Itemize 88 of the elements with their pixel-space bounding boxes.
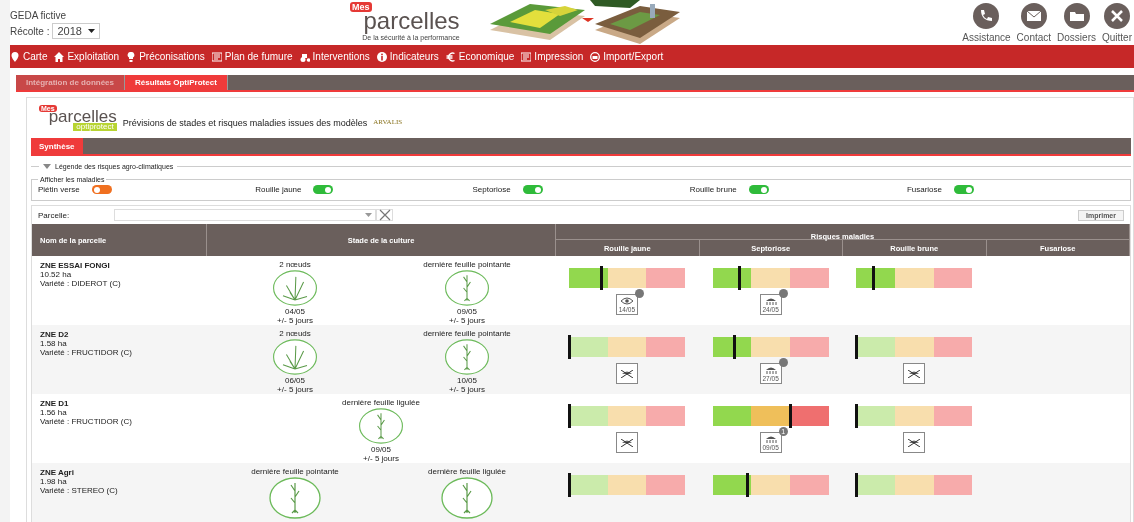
- parcel-name: ZNE D1: [40, 399, 70, 408]
- eye-icon: [619, 296, 634, 305]
- tab[interactable]: Synthèse: [31, 138, 83, 154]
- parcel-variety: Variété : FRUCTIDOR (C): [40, 417, 133, 426]
- parcel-area: 1.56 ha: [40, 408, 199, 417]
- parcel-variety: Variété : DIDEROT (C): [40, 279, 122, 288]
- parcel-name: ZNE D2: [40, 330, 70, 339]
- nav-menu-item[interactable]: Indicateurs: [376, 51, 439, 62]
- crossed-sprayer-icon: [619, 438, 634, 447]
- crossed-sprayer-icon: [907, 369, 922, 378]
- doc-icon: [211, 51, 222, 62]
- harvest-label: Récolte :: [10, 25, 50, 37]
- nav-menu-item[interactable]: Carte: [10, 51, 48, 62]
- header-action-button[interactable]: Dossiers: [1057, 2, 1096, 43]
- no-treatment-card[interactable]: [615, 432, 638, 453]
- stage-label: dernière feuille pointante: [423, 260, 511, 269]
- clear-button[interactable]: [376, 209, 393, 221]
- parcel-combo-field[interactable]: [114, 209, 376, 221]
- stage-margin: +/- 5 jours: [277, 385, 313, 394]
- stage-label: dernière feuille pointante: [251, 467, 339, 476]
- sprayer-icon: [763, 296, 778, 305]
- stage-date: 06/05: [285, 376, 305, 385]
- toggle-label: Septoriose: [472, 185, 511, 194]
- nav-menu-item[interactable]: Impression: [521, 51, 584, 62]
- toggle-label: Fusariose: [906, 185, 942, 194]
- nav-menu-item[interactable]: Interventions: [299, 51, 370, 62]
- nav-menu-item[interactable]: Exploitation: [54, 51, 120, 62]
- toggle-switch[interactable]: [954, 185, 974, 194]
- stage-margin: +/- 5 jours: [449, 385, 485, 394]
- sprayer-icon: [763, 365, 778, 374]
- euro-icon: [445, 51, 456, 62]
- stage-date: 04/05: [285, 307, 305, 316]
- stage-margin: +/- 5 jours: [277, 316, 313, 325]
- stage-label: 2 nœuds: [279, 260, 311, 269]
- stage-label: dernière feuille ligulée: [342, 398, 420, 407]
- caret-icon: [87, 29, 95, 33]
- pin-icon: [10, 51, 20, 62]
- parcel-area: 1.98 ha: [40, 477, 199, 486]
- close-icon: [378, 209, 391, 221]
- header-action-button[interactable]: Contact: [1016, 2, 1052, 43]
- stage-date: 10/05: [457, 376, 477, 385]
- logo-badge: Mes: [350, 2, 372, 12]
- toggle-switch[interactable]: [522, 185, 543, 194]
- organisation-name: GEDA fictive: [10, 10, 68, 21]
- header-action-button[interactable]: Quitter: [1102, 2, 1132, 43]
- stage-label: 2 nœuds: [279, 329, 311, 338]
- wheat-stem-icon: [441, 477, 493, 519]
- stage-label: dernière feuille ligulée: [428, 467, 506, 476]
- stage-date: 09/05: [457, 307, 477, 316]
- no-treatment-card[interactable]: [903, 432, 926, 453]
- wheat-stem-icon: [269, 477, 321, 519]
- parcel-name: ZNE Agri: [40, 468, 75, 477]
- stage-margin: +/- 5 jours: [363, 454, 399, 463]
- crossed-sprayer-icon: [907, 438, 922, 447]
- stage-margin: +/- 5 jours: [449, 316, 485, 325]
- logo-subtitle: optiprotect: [73, 123, 117, 131]
- no-treatment-card[interactable]: [615, 363, 638, 384]
- toggle-label: Rouille jaune: [255, 185, 302, 194]
- no-treatment-card[interactable]: [903, 363, 926, 384]
- parcel-variety: Variété : FRUCTIDOR (C): [40, 348, 133, 357]
- toggle-switch[interactable]: [313, 185, 334, 194]
- caret-icon: [43, 163, 51, 169]
- harvest-select[interactable]: 2018: [52, 23, 100, 39]
- toggle-label: Piétin verse: [38, 185, 80, 194]
- home-icon: [54, 51, 65, 62]
- caret-icon: [365, 213, 372, 217]
- nav-menu-item[interactable]: Economique: [445, 51, 515, 62]
- module-description: Prévisions de stades et risques maladies issues des modèles: [122, 118, 368, 128]
- parcel-area: 10.52 ha: [40, 270, 199, 279]
- nav-menu-item[interactable]: Plan de fumure: [211, 51, 293, 62]
- toggle-switch[interactable]: [748, 185, 769, 194]
- parcel-area: 1.58 ha: [40, 339, 199, 348]
- crossed-sprayer-icon: [619, 369, 634, 378]
- parcel-name: ZNE ESSAI FONGI: [40, 261, 111, 270]
- header-action-button[interactable]: Assistance: [962, 2, 1011, 43]
- sprayer-icon: [763, 434, 778, 443]
- doc-icon: [521, 51, 532, 62]
- stage-label: dernière feuille pointante: [423, 329, 511, 338]
- nav-menu-item[interactable]: Préconisations: [126, 51, 205, 62]
- filter-label: Parcelle:: [38, 210, 71, 220]
- toggle-switch[interactable]: [91, 185, 112, 194]
- nav-menu-item[interactable]: Import/Export: [590, 51, 664, 62]
- toggle-label: Rouille brune: [689, 185, 737, 194]
- stage-date: 09/05: [371, 445, 391, 454]
- info-icon: [376, 51, 387, 62]
- tab[interactable]: Résultats OptiProtect: [125, 75, 228, 90]
- parcel-variety: Variété : STEREO (C): [40, 486, 119, 495]
- bulb-icon: [126, 51, 137, 62]
